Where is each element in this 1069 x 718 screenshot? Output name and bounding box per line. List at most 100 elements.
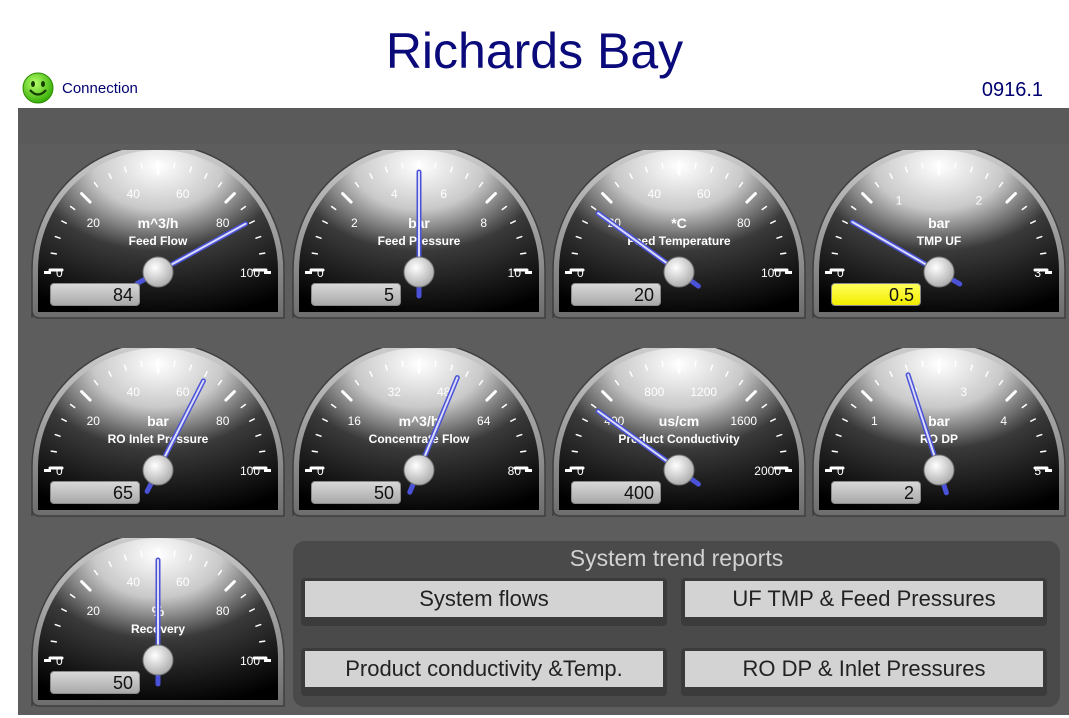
- gauge-hub: [142, 644, 174, 676]
- gauge-tick: [661, 360, 664, 368]
- gauge-scale-label: 8: [480, 216, 487, 230]
- trend-button-system-flows[interactable]: System flows: [301, 578, 667, 626]
- gauge-scale-label: 800: [644, 385, 664, 399]
- gauge-max-label: 100: [240, 464, 260, 478]
- gauge-max-marker: [785, 469, 792, 472]
- gauge-hub: [663, 256, 695, 288]
- gauge-tick: [779, 450, 787, 453]
- gauge-max-marker: [785, 271, 792, 274]
- gauge-scale-label: 32: [388, 385, 402, 399]
- toolbar-band: [18, 108, 1069, 144]
- gauge-hub: [663, 454, 695, 486]
- gauge-tick: [571, 450, 579, 453]
- trend-button-uf-tmp-feed-pressures[interactable]: UF TMP & Feed Pressures: [681, 578, 1047, 626]
- gauge-max-marker: [264, 659, 271, 662]
- gauge-min-marker: [305, 469, 312, 472]
- gauge-name: Concentrate Flow: [369, 432, 470, 446]
- gauge-tick: [434, 162, 437, 170]
- gauge-max-marker: [264, 271, 271, 274]
- gauge-tick: [140, 550, 143, 558]
- gauge-min-marker: [44, 271, 51, 274]
- gauge-hub: [923, 256, 955, 288]
- gauge-hub: [403, 454, 435, 486]
- gauge-scale-label: 60: [176, 187, 190, 201]
- trend-button-label: RO DP & Inlet Pressures: [685, 651, 1043, 687]
- gauge-unit: us/cm: [659, 413, 699, 429]
- gauge-min-marker: [565, 469, 572, 472]
- trend-button-label: Product conductivity &Temp.: [305, 651, 663, 687]
- gauge-scale-label: 1600: [730, 414, 757, 428]
- gauge-scale-label: 80: [737, 216, 751, 230]
- gauge-min-marker: [825, 469, 832, 472]
- gauge-ro-dp: 123405barRO DP2: [809, 348, 1069, 528]
- gauge-scale-label: 16: [348, 414, 362, 428]
- gauge-hub: [142, 454, 174, 486]
- gauge-hub: [923, 454, 955, 486]
- gauge-scale-label: 40: [127, 575, 141, 589]
- gauge-value-readout: 0.5: [831, 283, 921, 306]
- trend-reports-title: System trend reports: [569, 545, 784, 571]
- gauge-min-marker: [305, 271, 312, 274]
- gauge-tick: [434, 360, 437, 368]
- gauge-tick: [831, 252, 839, 255]
- gauge-tick: [519, 450, 527, 453]
- gauge-value-readout: 84: [50, 283, 140, 306]
- gauge-scale-label: 2: [976, 194, 983, 208]
- gauge-scale-label: 80: [216, 216, 230, 230]
- gauge-value-readout: 5: [311, 283, 401, 306]
- gauge-tick: [1039, 252, 1047, 255]
- gauge-tick: [258, 252, 266, 255]
- gauge-min-marker: [825, 271, 832, 274]
- gauge-min-label: 0: [317, 266, 324, 280]
- gauge-scale-label: 3: [960, 385, 967, 399]
- gauge-unit: bar: [147, 413, 169, 429]
- gauge-max-label: 2000: [754, 464, 781, 478]
- gauge-value-readout: 50: [311, 481, 401, 504]
- gauge-max-label: 10: [508, 266, 522, 280]
- trend-button-ro-dp-inlet-pressures[interactable]: RO DP & Inlet Pressures: [681, 648, 1047, 696]
- gauge-tick: [258, 450, 266, 453]
- trend-button-label: System flows: [305, 581, 663, 617]
- gauge-max-marker: [525, 271, 532, 274]
- gauge-tick: [50, 450, 58, 453]
- gauge-value-readout: 400: [571, 481, 661, 504]
- gauge-unit: *C: [671, 215, 687, 231]
- gauge-scale-label: 4: [1000, 414, 1007, 428]
- gauge-tick: [954, 360, 957, 368]
- trend-button-product-conductivity-temp[interactable]: Product conductivity &Temp.: [301, 648, 667, 696]
- gauge-ro-inlet-pressure: 20 40 60 80 0 100 bar RO Inlet Pressure 65: [28, 348, 288, 528]
- gauge-tick: [173, 162, 176, 170]
- gauge-tick: [173, 550, 176, 558]
- gauge-scale-label: 2: [351, 216, 358, 230]
- gauge-tick: [311, 450, 319, 453]
- gauge-tick: [50, 252, 58, 255]
- gauge-scale-label: 6: [440, 187, 447, 201]
- gauge-tick: [954, 162, 957, 170]
- gauge-scale-label: 4: [391, 187, 398, 201]
- gauge-tick: [173, 360, 176, 368]
- gauge-hub: [403, 256, 435, 288]
- gauge-name: TMP UF: [917, 234, 961, 248]
- gauge-scale-label: 1: [896, 194, 903, 208]
- gauge-recovery: 204060800100%Recovery50: [28, 538, 288, 718]
- smiley-icon: [22, 72, 54, 104]
- gauge-min-marker: [565, 271, 572, 274]
- gauge-value-readout: 20: [571, 283, 661, 306]
- gauge-min-marker: [44, 659, 51, 662]
- gauge-name: RO Inlet Pressure: [108, 432, 209, 446]
- gauge-min-label: 0: [56, 654, 63, 668]
- gauge-max-marker: [264, 469, 271, 472]
- connection-label: Connection: [62, 79, 138, 97]
- gauge-scale-label: 40: [127, 187, 141, 201]
- gauge-min-label: 0: [837, 464, 844, 478]
- gauge-tick: [571, 252, 579, 255]
- gauge-unit: m^3/h: [399, 413, 440, 429]
- gauge-max-label: 100: [240, 654, 260, 668]
- connection-status: Connection: [22, 72, 138, 104]
- gauge-tick: [779, 252, 787, 255]
- gauge-min-label: 0: [577, 266, 584, 280]
- gauge-unit: bar: [928, 215, 950, 231]
- gauge-scale-label: 64: [477, 414, 491, 428]
- gauge-scale-label: 80: [216, 604, 230, 618]
- gauge-tick: [50, 640, 58, 643]
